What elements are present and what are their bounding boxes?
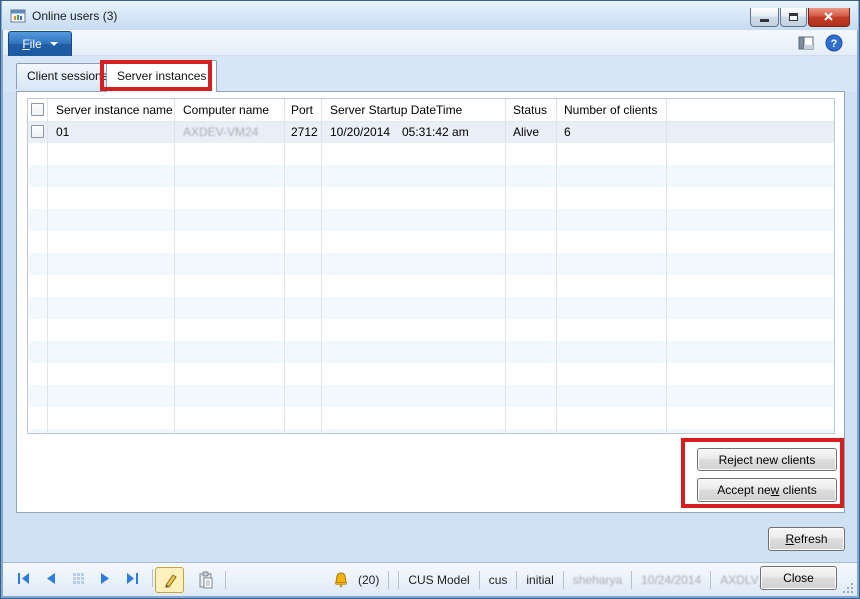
online-users-window: Online users (3) File ?	[0, 0, 860, 599]
column-header[interactable]: Server Startup DateTime	[322, 99, 505, 121]
last-record-button[interactable]	[125, 572, 139, 585]
server-instances-grid: Server instance name 01 Computer name AX…	[27, 98, 835, 434]
column-startup-datetime: Server Startup DateTime 10/20/2014 05:31…	[322, 99, 506, 433]
svg-text:?: ?	[831, 38, 838, 50]
status-company: cus	[489, 573, 508, 587]
notifications-bell-icon[interactable]	[333, 572, 349, 588]
tab-label: Server instances	[117, 69, 206, 83]
first-record-button[interactable]	[17, 572, 31, 585]
status-partition: initial	[526, 573, 553, 587]
button-label: Accept new clients	[717, 483, 816, 497]
statusbar-separator	[479, 571, 480, 589]
cell-startup-time: 05:31:42 am	[402, 125, 469, 143]
cell-startup-date: 10/20/2014	[330, 125, 402, 143]
resize-grip[interactable]	[841, 581, 853, 593]
column-port: Port 2712	[285, 99, 322, 433]
column-computer-name: Computer name AXDEV-VM24	[175, 99, 285, 433]
statusbar-separator	[516, 571, 517, 589]
clipboard-icon	[198, 571, 214, 589]
cell-port[interactable]: 2712	[285, 121, 321, 143]
cell-status[interactable]: Alive	[506, 121, 556, 143]
layout-pane-icon[interactable]	[798, 36, 815, 51]
statusbar-separator	[388, 571, 389, 589]
tab-label: Client sessions	[27, 69, 108, 83]
select-all-checkbox[interactable]	[31, 103, 44, 116]
statusbar-separator	[225, 571, 226, 589]
grid-view-icon[interactable]	[71, 572, 85, 585]
app-icon	[10, 8, 26, 24]
minimize-icon	[760, 19, 769, 22]
edit-mode-button[interactable]	[155, 567, 184, 593]
column-select	[28, 99, 48, 433]
status-model: CUS Model	[408, 573, 469, 587]
statusbar-fields: (20) CUS Model cus initial sheharya 10/2…	[333, 563, 797, 596]
column-filler	[667, 99, 834, 433]
tab-server-instances[interactable]: Server instances	[106, 60, 217, 92]
tab-client-sessions[interactable]: Client sessions	[16, 63, 119, 89]
cell-computer-name[interactable]: AXDEV-VM24	[175, 121, 284, 143]
column-status: Status Alive	[506, 99, 557, 433]
record-navigation	[17, 569, 153, 587]
file-menu-button[interactable]: File	[8, 31, 72, 56]
statusbar: (20) CUS Model cus initial sheharya 10/2…	[3, 562, 857, 596]
titlebar: Online users (3)	[2, 1, 858, 30]
close-button[interactable]: Close	[760, 566, 837, 590]
statusbar-separator	[152, 569, 153, 587]
button-label: Close	[783, 571, 814, 585]
cell-instance-name[interactable]: 01	[48, 121, 174, 143]
column-header[interactable]: Port	[285, 99, 321, 121]
maximize-button[interactable]	[780, 8, 807, 27]
next-record-button[interactable]	[98, 572, 112, 585]
row-checkbox[interactable]	[31, 125, 44, 138]
accept-new-clients-button[interactable]: Accept new clients	[697, 478, 837, 502]
button-label: Reject new clients	[719, 453, 816, 467]
column-header[interactable]: Server instance name	[48, 99, 174, 121]
column-number-of-clients: Number of clients 6	[557, 99, 667, 433]
button-label: Refresh	[785, 532, 827, 546]
column-header[interactable]: Computer name	[175, 99, 284, 121]
chevron-down-icon	[50, 42, 58, 46]
reject-new-clients-button[interactable]: Reject new clients	[697, 448, 837, 471]
statusbar-separator	[631, 571, 632, 589]
menubar: File ?	[3, 30, 857, 56]
statusbar-separator	[710, 571, 711, 589]
column-header[interactable]: Status	[506, 99, 556, 121]
maximize-icon	[789, 13, 798, 21]
help-icon[interactable]: ?	[825, 34, 843, 52]
statusbar-separator	[563, 571, 564, 589]
cell-number-of-clients[interactable]: 6	[557, 121, 666, 143]
column-server-instance-name: Server instance name 01	[48, 99, 175, 433]
tabstrip: Client sessions Server instances	[3, 56, 857, 92]
status-user: sheharya	[573, 573, 622, 587]
minimize-button[interactable]	[750, 8, 779, 27]
cell-startup-datetime[interactable]: 10/20/2014 05:31:42 am	[322, 121, 505, 143]
close-icon	[822, 12, 836, 22]
statusbar-separator	[398, 571, 399, 589]
status-date: 10/24/2014	[641, 573, 701, 587]
window-title: Online users (3)	[32, 9, 117, 23]
notifications-count[interactable]: (20)	[358, 573, 379, 587]
clipboard-button[interactable]	[195, 569, 217, 591]
previous-record-button[interactable]	[44, 572, 58, 585]
column-header[interactable]: Number of clients	[557, 99, 666, 121]
close-window-button[interactable]	[808, 8, 850, 27]
pencil-icon	[162, 572, 178, 588]
refresh-button[interactable]: Refresh	[768, 527, 845, 551]
file-menu-label: File	[22, 37, 41, 51]
window-controls	[749, 8, 850, 27]
